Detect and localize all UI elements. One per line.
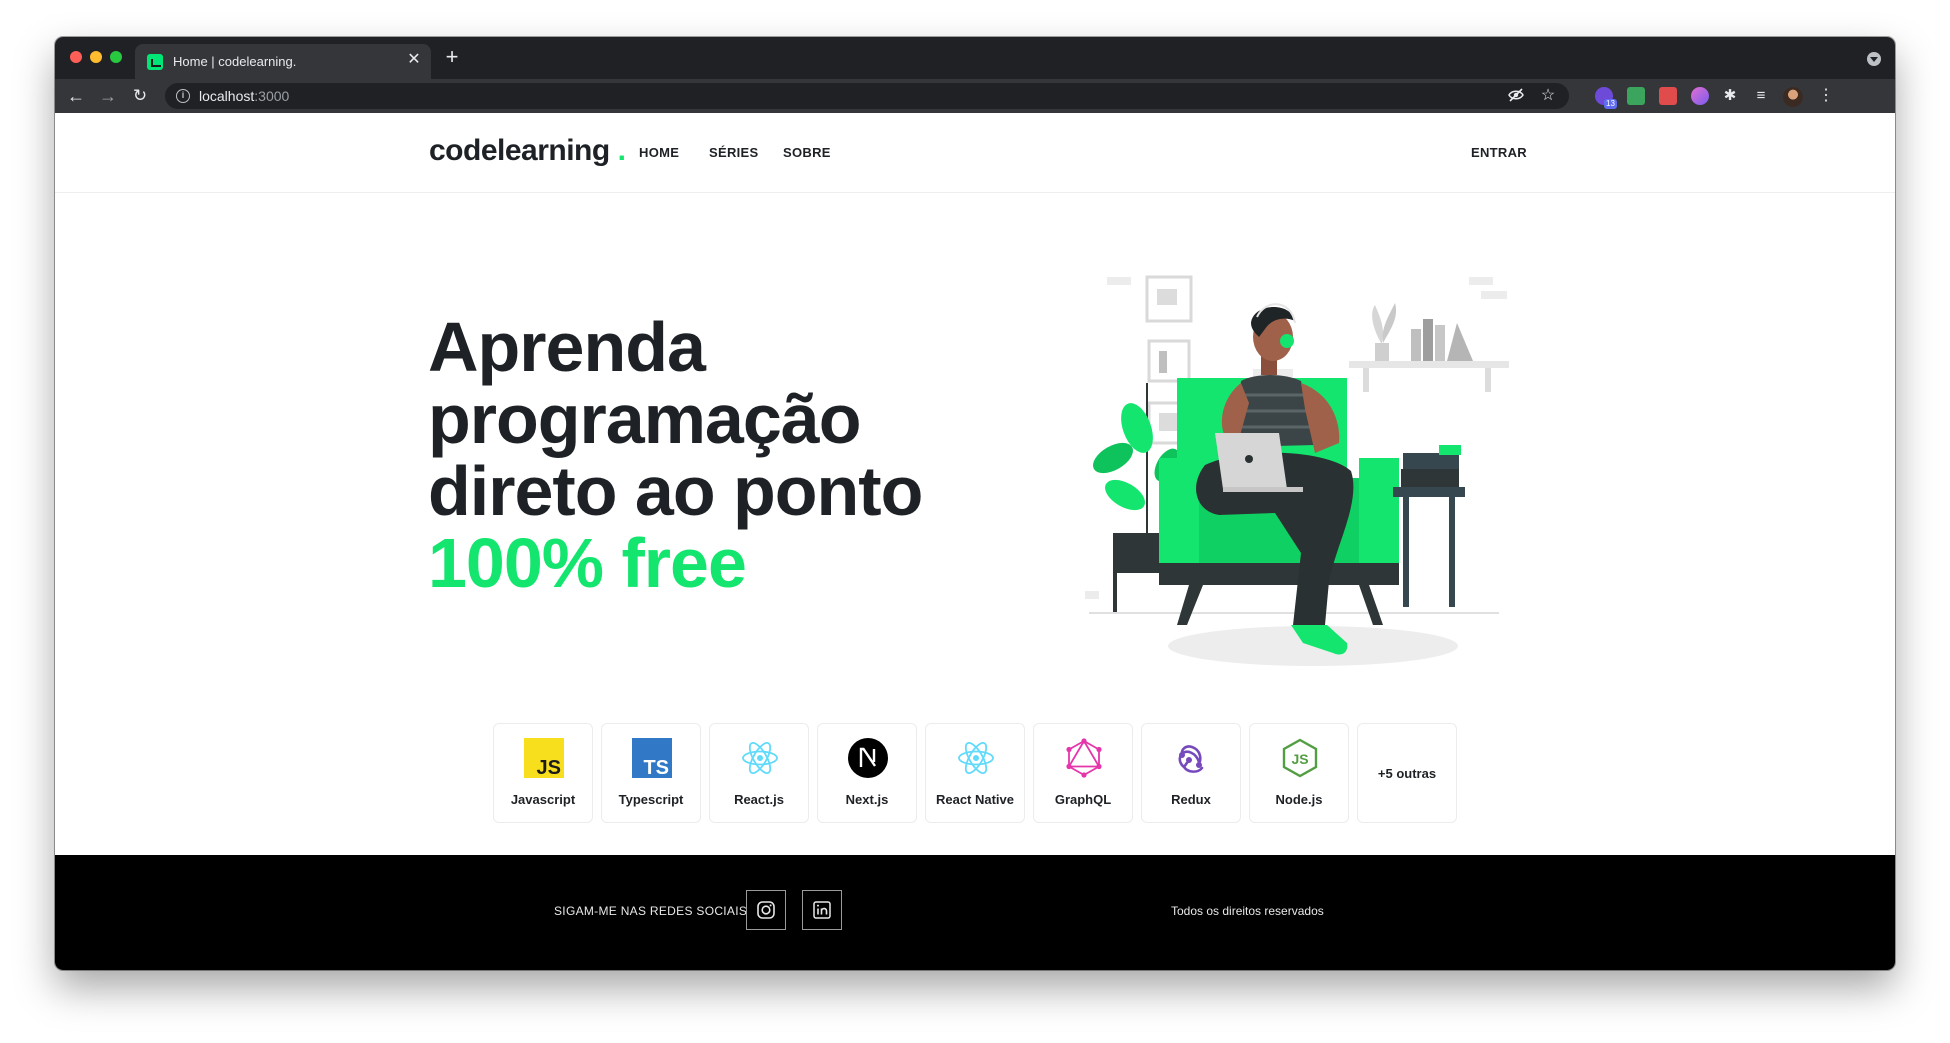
hero-heading: Aprenda programação direto ao ponto 100%… — [428, 308, 923, 602]
site-logo[interactable]: codelearning . — [429, 134, 626, 168]
tech-card-nextjs[interactable]: Next.js — [817, 723, 917, 823]
window-zoom-button[interactable] — [110, 51, 122, 63]
tech-card-redux[interactable]: Redux — [1141, 723, 1241, 823]
window-close-button[interactable] — [70, 51, 82, 63]
tech-label: Redux — [1171, 792, 1211, 807]
hero-line-3: direto ao ponto — [428, 452, 923, 530]
nav-sobre-link[interactable]: SOBRE — [783, 145, 831, 160]
redux-icon — [1178, 745, 1204, 773]
svg-text:TS: TS — [643, 757, 669, 778]
tab-close-icon[interactable]: ✕ — [405, 51, 423, 69]
tech-card-react-native[interactable]: React Native — [925, 723, 1025, 823]
instagram-button[interactable] — [746, 890, 786, 930]
reading-list-icon[interactable]: ≡ — [1752, 87, 1770, 105]
tech-card-nodejs[interactable]: JS Node.js — [1249, 723, 1349, 823]
tech-list: JS Javascript TS Typescript React.js Nex… — [493, 723, 1457, 823]
nodejs-icon: JS — [1282, 738, 1318, 778]
extension-red-icon[interactable] — [1659, 87, 1677, 105]
tech-card-more[interactable]: +5 outras — [1357, 723, 1457, 823]
tab-search-icon[interactable] — [1867, 52, 1881, 66]
screen: Home | codelearning. ✕ + ← → ↻ i localho… — [0, 0, 1950, 1043]
browser-tab-active[interactable]: Home | codelearning. ✕ — [135, 44, 431, 79]
address-bar[interactable]: i localhost:3000 ☆ — [165, 83, 1569, 109]
tech-label: React.js — [734, 792, 784, 807]
login-link[interactable]: ENTRAR — [1471, 145, 1527, 160]
site-footer: SIGAM-ME NAS REDES SOCIAIS Todos os dire… — [55, 855, 1895, 970]
svg-text:JS: JS — [537, 757, 561, 778]
extension-sheets-icon[interactable] — [1627, 87, 1645, 105]
graphql-icon — [1066, 738, 1102, 778]
page-viewport: codelearning . HOME SÉRIES SOBRE ENTRAR … — [55, 113, 1895, 970]
url-host: localhost — [199, 88, 255, 104]
bookmark-star-icon[interactable]: ☆ — [1539, 87, 1557, 105]
tech-card-react[interactable]: React.js — [709, 723, 809, 823]
svg-text:JS: JS — [1291, 751, 1308, 767]
url-port: :3000 — [254, 88, 290, 104]
social-label: SIGAM-ME NAS REDES SOCIAIS — [554, 904, 748, 918]
tech-label: Javascript — [510, 792, 576, 807]
extension-gradient-icon[interactable] — [1691, 87, 1709, 105]
browser-window: Home | codelearning. ✕ + ← → ↻ i localho… — [55, 37, 1895, 970]
reload-icon[interactable]: ↻ — [129, 85, 151, 107]
url-text[interactable]: localhost:3000 — [199, 88, 289, 104]
extensions-puzzle-icon[interactable]: ✱ — [1721, 87, 1739, 105]
nav-home-link[interactable]: HOME — [639, 145, 679, 160]
hero-line-1: Aprenda — [428, 308, 706, 386]
browser-toolbar: ← → ↻ i localhost:3000 ☆ 13 ✱ ≡ ⋮ — [55, 79, 1895, 113]
javascript-icon: JS — [524, 738, 564, 778]
eye-off-icon[interactable] — [1507, 87, 1525, 105]
logo-dot: . — [617, 134, 626, 167]
browser-tab-bar: Home | codelearning. ✕ + — [55, 37, 1895, 79]
tab-title: Home | codelearning. — [173, 54, 297, 69]
typescript-icon: TS — [632, 738, 672, 778]
tech-label: React Native — [935, 792, 1015, 807]
react-native-icon — [958, 742, 994, 774]
site-favicon-icon — [147, 54, 163, 70]
tech-card-typescript[interactable]: TS Typescript — [601, 723, 701, 823]
more-techs-label: +5 outras — [1377, 766, 1437, 781]
linkedin-button[interactable] — [802, 890, 842, 930]
tech-card-graphql[interactable]: GraphQL — [1033, 723, 1133, 823]
extension-badge: 13 — [1604, 99, 1617, 109]
back-arrow-icon[interactable]: ← — [65, 85, 87, 107]
linkedin-icon — [813, 901, 831, 919]
browser-menu-icon[interactable]: ⋮ — [1817, 87, 1835, 105]
window-minimize-button[interactable] — [90, 51, 102, 63]
copyright-text: Todos os direitos reservados — [1171, 904, 1324, 918]
hero-line-free: 100% free — [428, 524, 747, 602]
new-tab-button[interactable]: + — [441, 46, 463, 68]
tech-label: GraphQL — [1054, 792, 1112, 807]
site-info-icon[interactable]: i — [176, 89, 190, 103]
tech-label: Node.js — [1275, 792, 1323, 807]
logo-text: codelearning — [429, 134, 610, 167]
react-icon — [742, 742, 778, 774]
hero-line-2: programação — [428, 380, 861, 458]
profile-avatar[interactable] — [1783, 87, 1803, 107]
forward-arrow-icon[interactable]: → — [97, 85, 119, 107]
tech-label: Typescript — [618, 792, 684, 807]
tech-label: Next.js — [845, 792, 889, 807]
tech-card-javascript[interactable]: JS Javascript — [493, 723, 593, 823]
hero-illustration — [1085, 275, 1509, 666]
nav-series-link[interactable]: SÉRIES — [709, 145, 758, 160]
site-header: codelearning . HOME SÉRIES SOBRE ENTRAR — [55, 113, 1895, 193]
instagram-icon — [757, 901, 775, 919]
nextjs-icon — [848, 738, 888, 778]
